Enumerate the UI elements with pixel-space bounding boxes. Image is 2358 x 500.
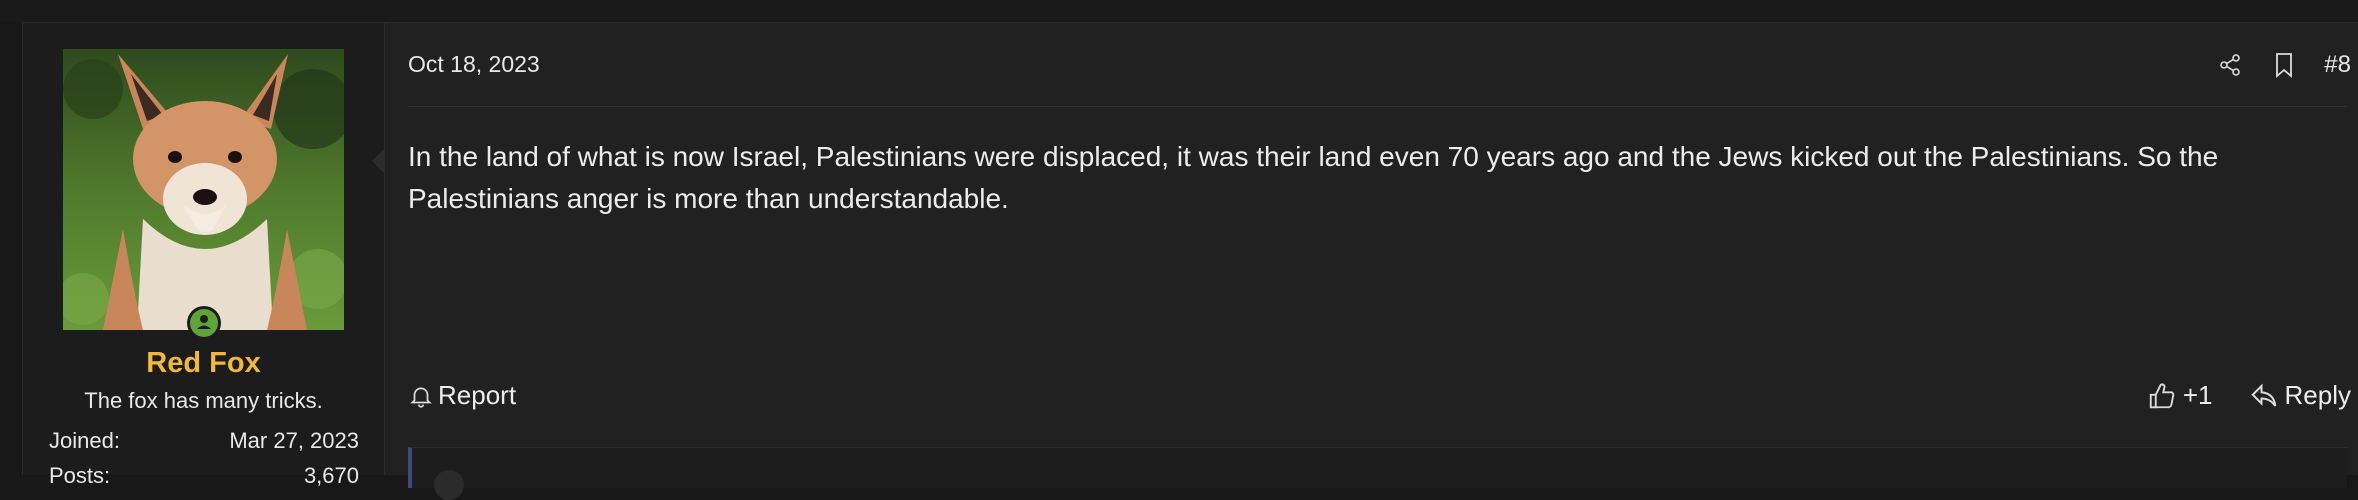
post-header-actions: #8 bbox=[2190, 49, 2351, 81]
bookmark-icon[interactable] bbox=[2270, 51, 2298, 79]
next-post-preview bbox=[408, 447, 2347, 500]
avatar bbox=[434, 470, 464, 500]
stat-value[interactable]: 3,670 bbox=[304, 463, 359, 489]
report-label: Report bbox=[438, 380, 517, 410]
online-status-icon bbox=[187, 306, 221, 340]
post-main: Oct 18, 2023 #8 In the land of what is n… bbox=[384, 23, 2358, 500]
top-strip bbox=[0, 0, 2358, 22]
header-divider bbox=[408, 106, 2347, 107]
post-number[interactable]: #8 bbox=[2324, 51, 2351, 79]
bell-icon bbox=[410, 387, 432, 408]
post-footer-actions: Report +1 Reply bbox=[408, 380, 2351, 420]
stat-label: Joined: bbox=[49, 428, 120, 453]
username[interactable]: Red Fox bbox=[23, 347, 384, 380]
report-button[interactable]: Report bbox=[408, 380, 516, 411]
like-button[interactable]: +1 bbox=[2147, 380, 2213, 411]
forum-post: Red Fox The fox has many tricks. Joined:… bbox=[22, 22, 2358, 500]
like-count: +1 bbox=[2182, 380, 2213, 410]
user-title: The fox has many tricks. bbox=[84, 388, 323, 413]
stat-value: Mar 27, 2023 bbox=[229, 428, 359, 453]
user-column-arrow bbox=[372, 149, 384, 173]
reply-label: Reply bbox=[2284, 380, 2351, 410]
post-date[interactable]: Oct 18, 2023 bbox=[408, 51, 540, 78]
reply-button[interactable]: Reply bbox=[2249, 380, 2351, 411]
reply-icon bbox=[2250, 383, 2276, 407]
share-icon[interactable] bbox=[2216, 51, 2244, 79]
post-reactions: +1 Reply bbox=[2111, 380, 2351, 411]
stat-label: Posts: bbox=[49, 463, 111, 488]
post-body: In the land of what is now Israel, Pales… bbox=[408, 141, 2219, 214]
user-info-column: Red Fox The fox has many tricks. Joined:… bbox=[23, 23, 385, 488]
thumbs-up-icon bbox=[2149, 382, 2175, 408]
avatar[interactable] bbox=[63, 49, 344, 330]
